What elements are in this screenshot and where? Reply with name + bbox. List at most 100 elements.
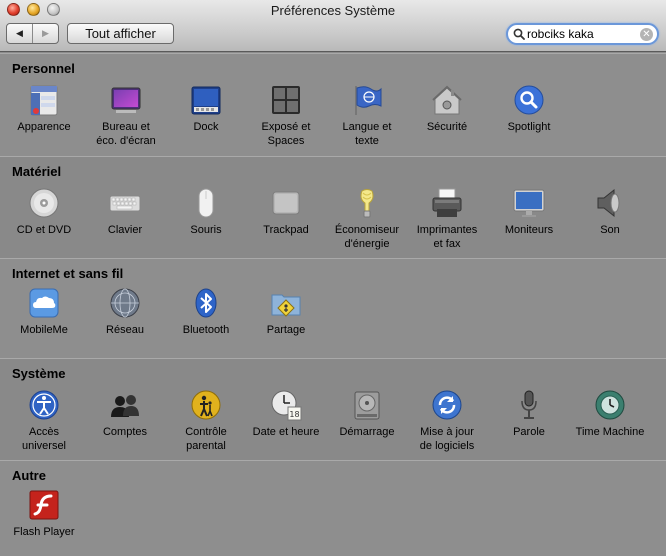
- pane-label: Son: [600, 224, 620, 236]
- pane-label: Langue et texte: [342, 121, 392, 147]
- pane-label: Contrôle parental: [185, 426, 227, 452]
- microphone-icon: [513, 389, 545, 421]
- pane-label: Économiseur d'énergie: [334, 224, 400, 250]
- pane-label: Flash Player: [13, 526, 75, 538]
- spotlight-icon: [513, 84, 545, 116]
- pane-label: Clavier: [107, 224, 143, 236]
- pane-parole[interactable]: Parole: [489, 389, 569, 439]
- back-forward-control: ◀ ▶: [6, 23, 59, 44]
- section-title: Matériel: [12, 164, 62, 179]
- dock-icon: [190, 84, 222, 116]
- clear-search-icon[interactable]: ✕: [640, 28, 653, 41]
- pane-label: Time Machine: [575, 426, 645, 438]
- pane-cd-dvd[interactable]: CD et DVD: [4, 187, 84, 237]
- printer-icon: [431, 187, 463, 219]
- pane-flash-player[interactable]: Flash Player: [4, 489, 84, 539]
- pane-bureau[interactable]: Bureau et éco. d'écran: [86, 84, 166, 148]
- sharing-folder-icon: [270, 287, 302, 319]
- pane-mise-a-jour[interactable]: Mise à jour de logiciels: [407, 389, 487, 453]
- pane-dock[interactable]: Dock: [166, 84, 246, 134]
- svg-text:18: 18: [289, 410, 299, 419]
- pane-label: Trackpad: [263, 224, 309, 236]
- trackpad-icon: [270, 187, 302, 219]
- show-all-button[interactable]: Tout afficher: [67, 23, 174, 44]
- pane-economiseur[interactable]: Économiseur d'énergie: [327, 187, 407, 251]
- search-icon: [513, 28, 525, 40]
- section-title: Personnel: [12, 61, 75, 76]
- pane-clavier[interactable]: Clavier: [85, 187, 165, 237]
- pane-son[interactable]: Son: [570, 187, 650, 237]
- pane-demarrage[interactable]: Démarrage: [327, 389, 407, 439]
- bluetooth-icon: [190, 287, 222, 319]
- back-button[interactable]: ◀: [7, 24, 32, 43]
- pane-apparence[interactable]: Apparence: [4, 84, 84, 134]
- pane-label: Partage: [266, 324, 306, 336]
- pane-label: Bureau et éco. d'écran: [96, 121, 156, 147]
- language-flag-icon: [351, 84, 383, 116]
- pane-label: Réseau: [106, 324, 144, 336]
- pane-controle-parental[interactable]: Contrôle parental: [166, 389, 246, 453]
- pane-bluetooth[interactable]: Bluetooth: [166, 287, 246, 337]
- security-house-icon: [431, 84, 463, 116]
- flash-player-icon: [28, 489, 60, 521]
- system-preferences-window: Préférences Système ◀ ▶ Tout afficher ✕ …: [0, 0, 666, 556]
- pane-moniteurs[interactable]: Moniteurs: [489, 187, 569, 237]
- section-personnel: Personnel Apparence Bureau et éco. d'écr…: [0, 53, 666, 156]
- section-title: Internet et sans fil: [12, 266, 124, 281]
- pane-label: Parole: [513, 426, 545, 438]
- pane-label: Démarrage: [339, 426, 395, 438]
- pane-label: Dock: [193, 121, 219, 133]
- pane-imprimantes[interactable]: Imprimantes et fax: [407, 187, 487, 251]
- pane-trackpad[interactable]: Trackpad: [246, 187, 326, 237]
- pane-label: Exposé et Spaces: [261, 121, 311, 147]
- pane-label: Sécurité: [426, 121, 468, 133]
- parental-controls-icon: [190, 389, 222, 421]
- section-systeme: Système Accès universel Comptes Contrôle…: [0, 358, 666, 460]
- monitor-icon: [513, 187, 545, 219]
- pane-label: CD et DVD: [16, 224, 72, 236]
- cd-icon: [28, 187, 60, 219]
- pane-label: Apparence: [17, 121, 71, 133]
- pane-label: Date et heure: [252, 426, 320, 438]
- pane-label: Comptes: [102, 426, 148, 438]
- search-input[interactable]: [527, 26, 639, 42]
- section-autre: Autre Flash Player: [0, 460, 666, 556]
- pane-label: Mise à jour de logiciels: [419, 426, 475, 452]
- pane-label: Accès universel: [21, 426, 67, 452]
- section-title: Autre: [12, 468, 46, 483]
- pane-label: Spotlight: [507, 121, 551, 133]
- pane-label: MobileMe: [20, 324, 68, 336]
- pane-expose[interactable]: Exposé et Spaces: [246, 84, 326, 148]
- pane-label: Imprimantes et fax: [416, 224, 478, 250]
- section-materiel: Matériel CD et DVD Clavier Souris Trackp…: [0, 156, 666, 258]
- expose-icon: [270, 84, 302, 116]
- section-internet: Internet et sans fil MobileMe Réseau Blu…: [0, 258, 666, 358]
- network-globe-icon: [109, 287, 141, 319]
- pane-spotlight[interactable]: Spotlight: [489, 84, 569, 134]
- search-field[interactable]: ✕: [506, 23, 659, 45]
- speaker-icon: [594, 187, 626, 219]
- pane-acces-universel[interactable]: Accès universel: [4, 389, 84, 453]
- pane-langue[interactable]: Langue et texte: [327, 84, 407, 148]
- forward-button[interactable]: ▶: [32, 24, 58, 43]
- clock-icon: 18: [270, 389, 302, 421]
- accessibility-icon: [28, 389, 60, 421]
- pane-time-machine[interactable]: Time Machine: [570, 389, 650, 439]
- software-update-icon: [431, 389, 463, 421]
- pane-label: Souris: [190, 224, 222, 236]
- pane-securite[interactable]: Sécurité: [407, 84, 487, 134]
- pane-label: Moniteurs: [504, 224, 554, 236]
- apparence-icon: [28, 84, 60, 116]
- pane-date-heure[interactable]: 18 Date et heure: [246, 389, 326, 439]
- pane-comptes[interactable]: Comptes: [85, 389, 165, 439]
- pane-souris[interactable]: Souris: [166, 187, 246, 237]
- pane-partage[interactable]: Partage: [246, 287, 326, 337]
- window-title: Préférences Système: [270, 3, 396, 18]
- cloud-icon: [28, 287, 60, 319]
- pane-mobileme[interactable]: MobileMe: [4, 287, 84, 337]
- mouse-icon: [190, 187, 222, 219]
- bulb-icon: [351, 187, 383, 219]
- keyboard-icon: [109, 187, 141, 219]
- startup-disk-icon: [351, 389, 383, 421]
- pane-reseau[interactable]: Réseau: [85, 287, 165, 337]
